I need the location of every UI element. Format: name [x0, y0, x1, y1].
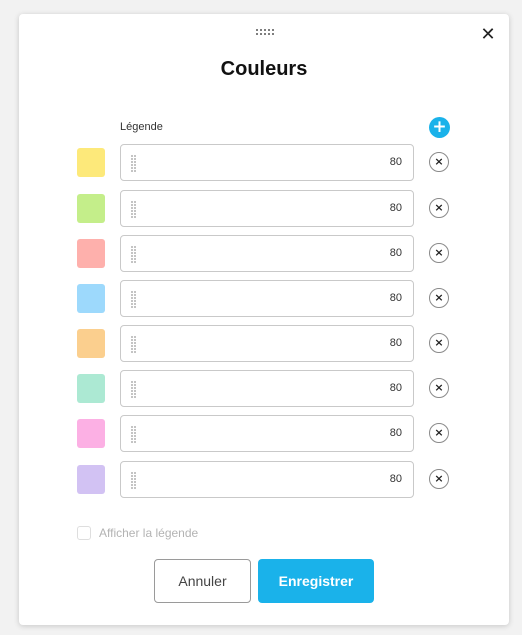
remove-color-button[interactable]: ×: [429, 288, 449, 308]
remove-color-button[interactable]: ×: [429, 198, 449, 218]
opacity-value[interactable]: 80: [390, 473, 402, 485]
color-row: 80 ×: [19, 235, 509, 273]
color-swatch[interactable]: [77, 419, 105, 448]
color-row: 80 ×: [19, 415, 509, 453]
remove-color-button[interactable]: ×: [429, 152, 449, 172]
drag-grip-icon[interactable]: [131, 155, 136, 172]
legend-field: 80: [120, 190, 414, 228]
show-legend-label: Afficher la légende: [99, 526, 199, 540]
close-icon[interactable]: ✕: [479, 26, 497, 44]
legend-field: 80: [120, 325, 414, 363]
legend-input[interactable]: [143, 416, 347, 453]
opacity-value[interactable]: 80: [390, 292, 402, 304]
remove-color-button[interactable]: ×: [429, 469, 449, 489]
legend-input[interactable]: [143, 145, 347, 182]
legend-input[interactable]: [143, 191, 347, 228]
drag-handle-icon[interactable]: [256, 29, 274, 35]
legend-field: 80: [120, 235, 414, 273]
drag-grip-icon[interactable]: [131, 381, 136, 398]
show-legend-toggle[interactable]: Afficher la légende: [77, 525, 198, 541]
remove-color-button[interactable]: ×: [429, 378, 449, 398]
color-row: 80 ×: [19, 325, 509, 363]
color-row: 80 ×: [19, 370, 509, 408]
color-swatch[interactable]: [77, 284, 105, 313]
color-swatch[interactable]: [77, 329, 105, 358]
legend-field: 80: [120, 280, 414, 318]
add-color-button[interactable]: +: [429, 117, 450, 138]
remove-color-button[interactable]: ×: [429, 423, 449, 443]
legend-input[interactable]: [143, 326, 347, 363]
show-legend-checkbox[interactable]: [77, 526, 91, 540]
color-row: 80 ×: [19, 190, 509, 228]
remove-color-button[interactable]: ×: [429, 333, 449, 353]
color-row: 80 ×: [19, 144, 509, 182]
color-swatch[interactable]: [77, 465, 105, 494]
legend-input[interactable]: [143, 371, 347, 408]
save-button[interactable]: Enregistrer: [258, 559, 374, 603]
color-swatch[interactable]: [77, 148, 105, 177]
opacity-value[interactable]: 80: [390, 156, 402, 168]
color-row: 80 ×: [19, 461, 509, 499]
color-row: 80 ×: [19, 280, 509, 318]
colors-dialog: ✕ Couleurs Légende + 80 × 80 × 80 × 80 × 80 × 80 × 8…: [19, 14, 509, 625]
opacity-value[interactable]: 80: [390, 382, 402, 394]
legend-field: 80: [120, 370, 414, 408]
drag-grip-icon[interactable]: [131, 246, 136, 263]
drag-grip-icon[interactable]: [131, 426, 136, 443]
legend-column-header: Légende: [120, 121, 163, 133]
legend-field: 80: [120, 415, 414, 453]
color-swatch[interactable]: [77, 374, 105, 403]
legend-input[interactable]: [143, 462, 347, 499]
color-swatch[interactable]: [77, 194, 105, 223]
legend-field: 80: [120, 461, 414, 499]
drag-grip-icon[interactable]: [131, 336, 136, 353]
legend-field: 80: [120, 144, 414, 182]
color-swatch[interactable]: [77, 239, 105, 268]
opacity-value[interactable]: 80: [390, 202, 402, 214]
legend-input[interactable]: [143, 281, 347, 318]
legend-input[interactable]: [143, 236, 347, 273]
cancel-button[interactable]: Annuler: [154, 559, 251, 603]
opacity-value[interactable]: 80: [390, 427, 402, 439]
remove-color-button[interactable]: ×: [429, 243, 449, 263]
dialog-title: Couleurs: [220, 58, 308, 80]
drag-grip-icon[interactable]: [131, 201, 136, 218]
drag-grip-icon[interactable]: [131, 472, 136, 489]
opacity-value[interactable]: 80: [390, 247, 402, 259]
drag-grip-icon[interactable]: [131, 291, 136, 308]
opacity-value[interactable]: 80: [390, 337, 402, 349]
